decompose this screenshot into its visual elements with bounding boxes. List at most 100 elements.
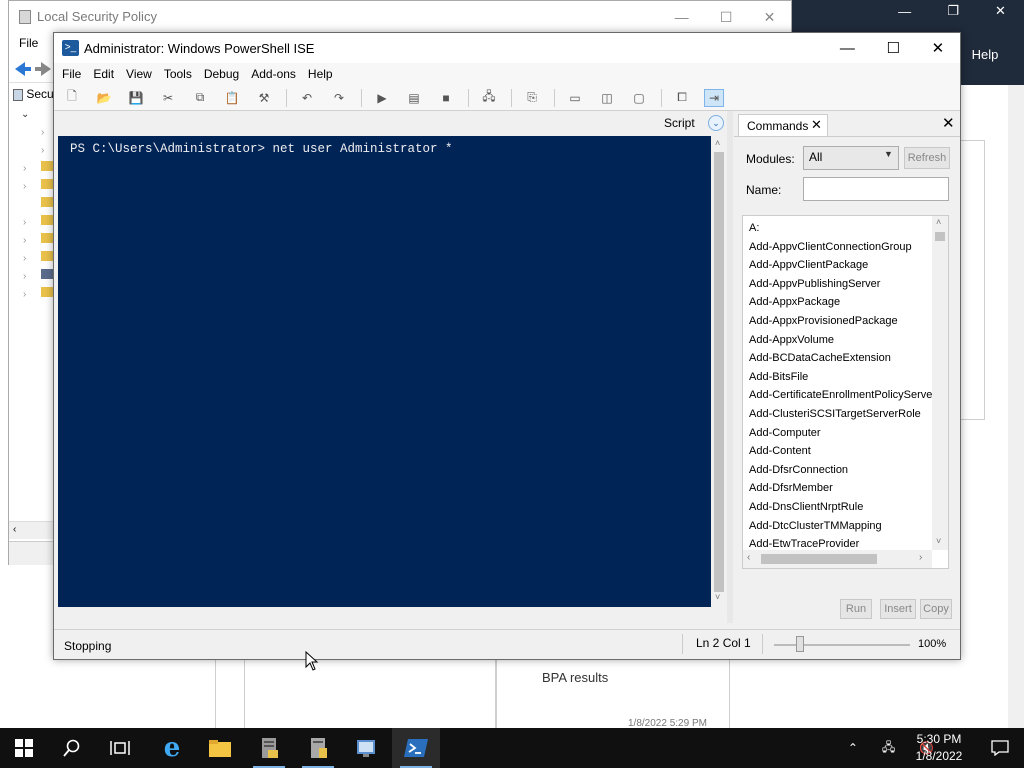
task-view-button[interactable] (96, 728, 144, 768)
network-icon[interactable]: 🖧 (882, 738, 895, 759)
powershell-ise-button[interactable] (392, 728, 440, 768)
show-command-window-icon[interactable]: ⧠ (672, 89, 692, 107)
tree-nodes[interactable]: ⌄ › › › › › › › › › (15, 105, 55, 305)
list-item[interactable]: Add-CertificateEnrollmentPolicyServer (749, 386, 933, 405)
menu-help[interactable]: Help (308, 67, 333, 81)
list-item[interactable]: A: (749, 219, 933, 238)
list-item[interactable]: Add-Content (749, 442, 933, 461)
server-manager-scrollbar[interactable] (1008, 85, 1024, 728)
menu-add-ons[interactable]: Add-ons (251, 67, 296, 81)
tree-root-item[interactable]: Secu (13, 87, 54, 101)
paste-icon[interactable]: 📋 (222, 89, 242, 107)
scroll-down-icon[interactable]: ˅ (936, 536, 941, 546)
help-menu[interactable]: Help (960, 40, 1010, 70)
name-filter-input[interactable] (803, 177, 949, 201)
scroll-up-icon[interactable]: ˄ (936, 217, 941, 227)
lsp-menu-file[interactable]: File (19, 36, 38, 50)
run-script-icon[interactable]: ▶ (372, 89, 392, 107)
minimize-icon[interactable]: — (840, 40, 855, 57)
list-item[interactable]: Add-AppvClientPackage (749, 256, 933, 275)
file-explorer-button[interactable] (196, 728, 244, 768)
save-icon[interactable]: 💾 (126, 89, 146, 107)
list-item[interactable]: Add-ClusteriSCSITargetServerRole (749, 405, 933, 424)
copy-button[interactable]: Copy (920, 599, 952, 619)
taskbar-clock[interactable]: 5:30 PM 1/8/2022 (908, 731, 970, 765)
scroll-down-icon[interactable]: ˅ (715, 592, 720, 602)
insert-button[interactable]: Insert (880, 599, 916, 619)
close-icon[interactable]: ✕ (995, 3, 1006, 19)
bpa-results-link[interactable]: BPA results (542, 670, 608, 685)
maximize-icon[interactable]: ☐ (886, 39, 899, 57)
console-vscroll-thumb[interactable] (714, 152, 724, 592)
list-item[interactable]: Add-BCDataCacheExtension (749, 349, 933, 368)
maximize-icon[interactable]: ☐ (720, 9, 733, 26)
pane-splitter[interactable] (727, 111, 733, 623)
list-item[interactable]: Add-AppxVolume (749, 331, 933, 350)
close-icon[interactable]: ✕ (942, 114, 955, 132)
open-file-icon[interactable]: 📂 (94, 89, 114, 107)
stop-icon[interactable]: ■ (436, 89, 456, 107)
list-item[interactable]: Add-DfsrMember (749, 479, 933, 498)
copy-icon[interactable]: ⧉ (190, 89, 210, 107)
list-item[interactable]: Add-Computer (749, 424, 933, 443)
menu-file[interactable]: File (62, 67, 81, 81)
show-script-top-icon[interactable]: ▭ (565, 89, 585, 107)
commands-list-vscroll-thumb[interactable] (935, 232, 945, 241)
new-file-icon[interactable]: 🗋 (62, 89, 82, 107)
remote-powershell-icon[interactable]: 🖧 (479, 89, 499, 107)
show-command-addon-icon[interactable]: ⇥ (704, 88, 724, 107)
undo-icon[interactable]: ↶ (297, 89, 317, 107)
list-item[interactable]: Add-AppxPackage (749, 293, 933, 312)
close-icon[interactable]: ✕ (932, 39, 945, 57)
restore-icon[interactable]: ❐ (947, 3, 959, 19)
script-label[interactable]: Script (664, 116, 695, 130)
menu-edit[interactable]: Edit (93, 67, 114, 81)
start-button[interactable] (0, 728, 48, 768)
menu-tools[interactable]: Tools (164, 67, 192, 81)
explorer-app-button[interactable] (343, 728, 391, 768)
server-manager-button[interactable] (245, 728, 293, 768)
search-button[interactable] (48, 728, 96, 768)
scroll-up-icon[interactable]: ˄ (715, 138, 720, 148)
show-hidden-icons-icon[interactable]: ⌃ (848, 741, 858, 755)
list-item[interactable]: Add-DnsClientNrptRule (749, 498, 933, 517)
menu-debug[interactable]: Debug (204, 67, 239, 81)
redo-icon[interactable]: ↷ (329, 89, 349, 107)
local-security-policy-button[interactable] (294, 728, 342, 768)
chevron-down-icon[interactable]: ⌄ (708, 115, 724, 131)
lsp-tree-hscroll[interactable]: ‹ (9, 521, 55, 539)
zoom-slider-thumb[interactable] (796, 636, 804, 652)
refresh-button[interactable]: Refresh (904, 147, 950, 169)
close-icon[interactable]: ✕ (764, 9, 776, 26)
scroll-left-icon[interactable]: ‹ (13, 524, 16, 535)
console-vscroll[interactable]: ˄ ˅ (711, 136, 727, 607)
console-pane[interactable]: PS C:\Users\Administrator> net user Admi… (58, 136, 711, 607)
cut-icon[interactable]: ✂ (158, 89, 178, 107)
clear-console-icon[interactable]: ⚒ (254, 89, 274, 107)
modules-dropdown[interactable]: All ▼ (803, 146, 899, 170)
minimize-icon[interactable]: — (675, 9, 689, 25)
internet-explorer-button[interactable]: e (148, 728, 196, 768)
minimize-icon[interactable]: — (898, 4, 911, 19)
close-icon[interactable]: ✕ (811, 117, 822, 133)
action-center-button[interactable] (976, 728, 1024, 768)
list-item[interactable]: Add-DfsrConnection (749, 461, 933, 480)
scroll-right-icon[interactable]: › (919, 552, 922, 563)
scroll-left-icon[interactable]: ‹ (747, 552, 750, 563)
commands-list[interactable]: A: Add-AppvClientConnectionGroup Add-App… (742, 215, 949, 569)
show-script-maximized-icon[interactable]: ▢ (629, 89, 649, 107)
menu-view[interactable]: View (126, 67, 152, 81)
commands-tab[interactable]: Commands ✕ (738, 114, 828, 136)
console-hscroll[interactable] (58, 607, 727, 623)
commands-list-hscroll-thumb[interactable] (761, 554, 877, 564)
lsp-title-bar[interactable]: Local Security Policy — ☐ ✕ (9, 1, 791, 33)
list-item[interactable]: Add-BitsFile (749, 368, 933, 387)
list-item[interactable]: Add-DtcClusterTMMapping (749, 517, 933, 536)
commands-list-vscroll[interactable]: ˄ ˅ (932, 216, 948, 550)
powershell-console-icon[interactable]: ⎘ (522, 89, 542, 107)
run-button[interactable]: Run (840, 599, 872, 619)
show-script-right-icon[interactable]: ◫ (597, 89, 617, 107)
back-forward-icons[interactable] (13, 59, 53, 79)
list-item[interactable]: Add-AppvClientConnectionGroup (749, 238, 933, 257)
list-item[interactable]: Add-AppxProvisionedPackage (749, 312, 933, 331)
